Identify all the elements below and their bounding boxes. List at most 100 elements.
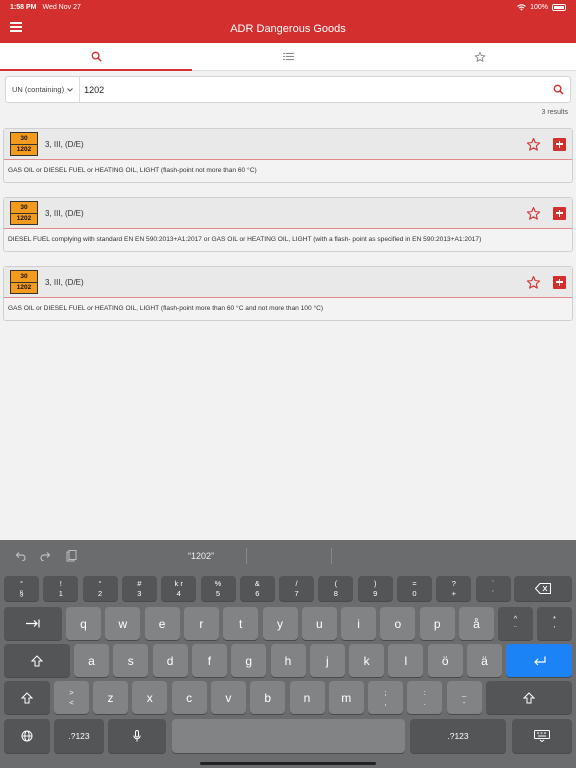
key-i[interactable]: i	[341, 607, 377, 640]
suggestion-separator	[331, 548, 332, 564]
key-secondary-label: :	[423, 687, 426, 697]
key-primary-label: ¨	[514, 624, 517, 633]
paste-icon[interactable]	[66, 550, 77, 562]
search-button[interactable]	[546, 77, 570, 102]
dictation-key[interactable]	[108, 719, 166, 753]
result-card[interactable]: 30 1202 3, III, (D/E) GAS OIL or DIESEL …	[3, 128, 573, 183]
hazard-number: 30	[11, 202, 37, 214]
key-´[interactable]: ` ´	[475, 576, 511, 601]
key-j[interactable]: j	[309, 644, 345, 677]
keyboard-suggestion[interactable]: “1202”	[188, 540, 214, 572]
key-label: u	[315, 616, 323, 631]
hazard-number: 30	[11, 271, 37, 283]
key-primary-label: 3	[137, 589, 142, 598]
shift-left-key[interactable]	[4, 644, 70, 677]
tab-search[interactable]	[0, 43, 192, 71]
key-n[interactable]: n	[289, 681, 325, 714]
suggestion-separator	[246, 548, 247, 564]
return-key[interactable]	[506, 644, 572, 677]
key-secondary-label: >	[69, 687, 74, 697]
key-primary-label: ´	[491, 589, 495, 598]
key-b[interactable]: b	[250, 681, 286, 714]
key-x[interactable]: x	[132, 681, 168, 714]
key-9[interactable]: ) 9	[357, 576, 393, 601]
result-card[interactable]: 30 1202 3, III, (D/E) DIESEL FUEL comply…	[3, 197, 573, 252]
key-7[interactable]: /7	[279, 576, 315, 601]
key-h[interactable]: h	[270, 644, 306, 677]
key-diaeresis[interactable]: ^ ¨	[498, 607, 533, 640]
favorite-button[interactable]	[526, 137, 541, 152]
key-k[interactable]: k	[349, 644, 385, 677]
key-0[interactable]: = 0	[397, 576, 432, 601]
key-punct-0[interactable]: ;,	[368, 681, 403, 714]
hide-keyboard-key[interactable]	[512, 719, 572, 753]
key-e[interactable]: e	[144, 607, 180, 640]
key-ä[interactable]: ä	[467, 644, 502, 677]
key-v[interactable]: v	[210, 681, 246, 714]
favorite-button[interactable]	[526, 275, 541, 290]
undo-icon[interactable]	[14, 551, 26, 561]
backspace-key[interactable]	[514, 576, 572, 601]
shift-left-key[interactable]	[4, 681, 50, 714]
key-s[interactable]: s	[113, 644, 149, 677]
space-key[interactable]	[172, 719, 405, 753]
key-o[interactable]: o	[380, 607, 416, 640]
classification: 3, III, (D/E)	[45, 277, 84, 287]
key-r[interactable]: r	[183, 607, 219, 640]
add-icon[interactable]	[553, 137, 566, 151]
key-ö[interactable]: ö	[427, 644, 463, 677]
key-label: n	[303, 690, 311, 705]
numbers-key-left[interactable]: .?123	[54, 719, 104, 753]
key-+[interactable]: ? +	[436, 576, 472, 601]
key-apostrophe[interactable]: * '	[537, 607, 572, 640]
key-l[interactable]: l	[388, 644, 424, 677]
key-primary-label: .	[423, 698, 426, 707]
redo-icon[interactable]	[40, 551, 52, 561]
key-p[interactable]: p	[419, 607, 455, 640]
key-g[interactable]: g	[231, 644, 267, 677]
search-bar: UN (containing)	[5, 76, 571, 103]
key-a[interactable]: a	[74, 644, 109, 677]
key-q[interactable]: q	[66, 607, 101, 640]
key-6[interactable]: & 6	[239, 576, 275, 601]
key-label: m	[341, 690, 352, 705]
tab-list[interactable]	[192, 43, 384, 70]
add-icon[interactable]	[553, 275, 566, 289]
key-y[interactable]: y	[262, 607, 298, 640]
key-4[interactable]: k r4	[161, 576, 197, 601]
menu-icon[interactable]	[10, 22, 22, 34]
key-label: g	[245, 653, 253, 668]
key-t[interactable]: t	[223, 607, 259, 640]
key-c[interactable]: c	[171, 681, 207, 714]
search-filter-select[interactable]: UN (containing)	[6, 77, 81, 102]
key-d[interactable]: d	[152, 644, 188, 677]
tab-key[interactable]	[4, 607, 62, 640]
add-icon[interactable]	[553, 206, 566, 220]
key-å[interactable]: å	[459, 607, 494, 640]
search-input[interactable]	[80, 84, 546, 95]
tab-favorites[interactable]	[384, 43, 576, 70]
key-§[interactable]: ° §	[4, 576, 39, 601]
hazard-number: 30	[11, 133, 37, 145]
key-1[interactable]: ! 1	[43, 576, 79, 601]
key-5[interactable]: % 5	[200, 576, 236, 601]
globe-key[interactable]	[4, 719, 50, 753]
key-label: ö	[441, 653, 449, 668]
key-punct-1[interactable]: :.	[407, 681, 443, 714]
key-punct-2[interactable]: _ -	[446, 681, 482, 714]
key-m[interactable]: m	[328, 681, 364, 714]
key-8[interactable]: (8	[318, 576, 354, 601]
key-u[interactable]: u	[301, 607, 337, 640]
key-f[interactable]: f	[191, 644, 227, 677]
key-label: b	[264, 690, 272, 705]
key-w[interactable]: w	[105, 607, 141, 640]
key-z[interactable]: z	[93, 681, 128, 714]
result-card[interactable]: 30 1202 3, III, (D/E) GAS OIL or DIESEL …	[3, 266, 573, 321]
key-less-than[interactable]: > <	[54, 681, 89, 714]
numbers-key-right[interactable]: .?123	[410, 719, 506, 753]
shift-right-key[interactable]	[486, 681, 572, 714]
key-2[interactable]: “2	[82, 576, 118, 601]
favorite-button[interactable]	[526, 206, 541, 221]
key-3[interactable]: #3	[121, 576, 157, 601]
key-label: h	[284, 653, 292, 668]
